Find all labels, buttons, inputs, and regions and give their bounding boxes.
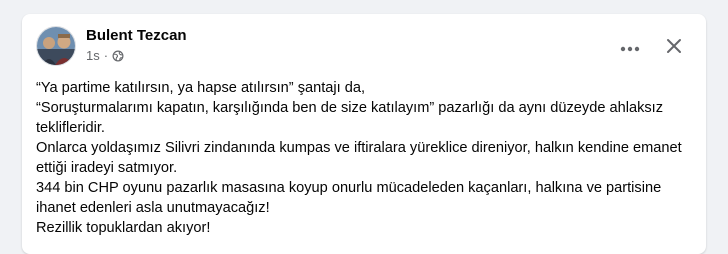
avatar[interactable]	[36, 26, 76, 66]
more-options-button[interactable]	[612, 30, 648, 66]
globe-icon[interactable]	[112, 50, 124, 62]
post-meta: 1s ·	[86, 48, 124, 63]
avatar-photo	[37, 27, 75, 65]
post-card: Bulent Tezcan 1s · “Ya partime katılırsı…	[22, 14, 706, 254]
post-line: Onlarca yoldaşımız Silivri zindanında ku…	[36, 140, 682, 176]
post-line: “Soruşturmalarımı kapatın, karşılığında …	[36, 100, 664, 136]
post-text: “Ya partime katılırsın, ya hapse atılırs…	[36, 78, 692, 238]
close-button[interactable]	[656, 30, 692, 66]
close-icon	[666, 38, 682, 59]
post-timestamp[interactable]: 1s	[86, 48, 100, 63]
post-line: “Ya partime katılırsın, ya hapse atılırs…	[36, 80, 366, 96]
post-actions	[612, 30, 692, 66]
meta-separator: ·	[103, 48, 109, 63]
post-line: Rezillik topuklardan akıyor!	[36, 220, 211, 236]
post-header: Bulent Tezcan 1s ·	[36, 26, 692, 68]
post-line: 344 bin CHP oyunu pazarlık masasına koyu…	[36, 180, 662, 216]
author-name[interactable]: Bulent Tezcan	[86, 27, 187, 44]
more-horizontal-icon	[620, 39, 640, 57]
